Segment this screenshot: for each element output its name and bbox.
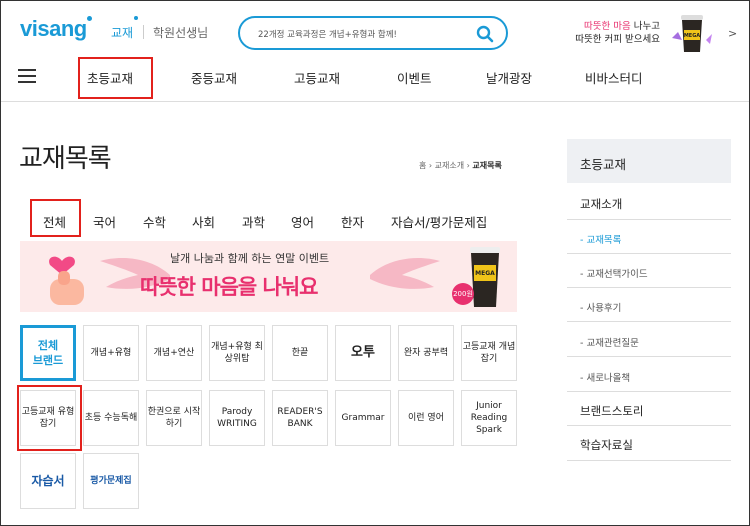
nav-item-middle[interactable]: 중등교재 <box>191 68 237 87</box>
brand-suneung[interactable]: 초등 수능독해 <box>83 390 139 446</box>
brand-all[interactable]: 전체 브랜드 <box>20 325 76 381</box>
search-box[interactable]: 22개정 교육과정은 개념+유형과 함께! <box>238 16 508 50</box>
brand-parody[interactable]: Parody WRITING <box>209 390 265 446</box>
brand-label: 초등 수능독해 <box>84 413 138 423</box>
nav-item-event[interactable]: 이벤트 <box>397 68 432 87</box>
svg-text:MEGA: MEGA <box>475 270 495 277</box>
breadcrumb: 홈 › 교재소개 › 교재목록 <box>419 161 502 170</box>
brand-label: 완자 공부력 <box>403 348 449 358</box>
banner-subtitle: 날개 나눔과 함께 하는 연말 이벤트 <box>170 252 330 265</box>
brand-label: 오투 <box>351 345 375 360</box>
brand-label: 고등교재 개념잡기 <box>462 342 516 364</box>
sidebar-item-brand-story[interactable]: 브랜드스토리 <box>580 403 643 419</box>
sidebar-title: 초등교재 <box>580 157 627 172</box>
promo-line1: 나누고 <box>630 21 660 32</box>
promo-line2: 따뜻한 커피 받으세요 <box>575 34 660 45</box>
price-badge: 200원 <box>452 283 474 305</box>
highlight-box-tab <box>30 199 81 237</box>
brand-ireon[interactable]: 이런 영어 <box>398 390 454 446</box>
breadcrumb-intro[interactable]: 교재소개 <box>435 161 464 170</box>
highlight-box-brand <box>17 385 82 451</box>
sidebar-item-resources[interactable]: 학습자료실 <box>580 437 633 453</box>
sidebar-item-faq[interactable]: - 교재관련질문 <box>580 335 639 349</box>
search-input[interactable]: 22개정 교육과정은 개념+유형과 함께! <box>258 28 397 40</box>
promo-next-arrow[interactable]: > <box>728 27 737 40</box>
brand-selfstudy[interactable]: 자습서 <box>20 453 76 509</box>
breadcrumb-current: 교재목록 <box>472 161 502 170</box>
promo-text[interactable]: 따뜻한 마음 나누고 따뜻한 커피 받으세요 <box>560 20 660 46</box>
brand-label: READER'S BANK <box>277 407 323 429</box>
brand-top[interactable]: 개념+유형 최상위탑 <box>209 325 265 381</box>
promo-highlight: 따뜻한 마음 <box>584 21 631 32</box>
brand-label: 평가문제집 <box>90 476 132 486</box>
divider <box>567 356 731 357</box>
tab-selfstudy[interactable]: 자습서/평가문제집 <box>391 212 487 231</box>
breadcrumb-home[interactable]: 홈 <box>419 161 426 170</box>
tab-hanja[interactable]: 한자 <box>341 212 364 231</box>
brand-evaluation[interactable]: 평가문제집 <box>83 453 139 509</box>
logo-dot <box>87 16 92 21</box>
brand-concept-grab[interactable]: 고등교재 개념잡기 <box>461 325 517 381</box>
brand-label: 개념+유형 <box>90 348 132 358</box>
search-icon[interactable] <box>476 25 494 43</box>
nav-item-plaza[interactable]: 날개광장 <box>486 68 532 87</box>
brand-label: Parody WRITING <box>217 407 257 429</box>
brand-hankkeut[interactable]: 한끝 <box>272 325 328 381</box>
coffee-cup-icon[interactable]: MEGA <box>670 12 714 54</box>
divider <box>567 219 731 220</box>
banner-title: 따뜻한 마음을 나눠요 <box>140 275 319 299</box>
divider <box>567 253 731 254</box>
brand-label: 개념+연산 <box>153 348 195 358</box>
tab-math[interactable]: 수학 <box>143 212 166 231</box>
divider <box>567 425 731 426</box>
brand-concept-calc[interactable]: 개념+연산 <box>146 325 202 381</box>
brand-label: 개념+유형 최상위탑 <box>211 342 263 364</box>
brand-wanja[interactable]: 완자 공부력 <box>398 325 454 381</box>
divider <box>567 460 731 461</box>
sidebar-item-reviews[interactable]: - 사용후기 <box>580 300 621 314</box>
sidebar-item-intro[interactable]: 교재소개 <box>580 196 622 212</box>
audience-alt-link[interactable]: 학원선생님 <box>153 24 208 41</box>
sidebar-header: 초등교재 <box>567 139 731 183</box>
brand-hangwon[interactable]: 한권으로 시작하기 <box>146 390 202 446</box>
audience-label[interactable]: 교재 <box>111 24 133 41</box>
brand-label: Grammar <box>341 413 385 423</box>
brand-readers-bank[interactable]: READER'S BANK <box>272 390 328 446</box>
brand-label: Junior Reading Spark <box>470 401 508 435</box>
wing-right-icon <box>370 257 440 289</box>
brand-label: 자습서 <box>31 474 65 488</box>
brand-label: 한권으로 시작하기 <box>147 407 201 429</box>
tab-english[interactable]: 영어 <box>291 212 314 231</box>
heart-hand-icon <box>49 256 84 305</box>
sidebar-item-guide[interactable]: - 교재선택가이드 <box>580 266 648 280</box>
brand-reading-spark[interactable]: Junior Reading Spark <box>461 390 517 446</box>
brand-grammar[interactable]: Grammar <box>335 390 391 446</box>
divider <box>567 287 731 288</box>
divider <box>567 391 731 392</box>
event-banner[interactable]: 날개 나눔과 함께 하는 연말 이벤트 따뜻한 마음을 나눠요 MEGA 200… <box>20 241 517 312</box>
brand-label: 이런 영어 <box>408 413 444 423</box>
brand-concept-type[interactable]: 개념+유형 <box>83 325 139 381</box>
divider <box>567 321 731 322</box>
hamburger-menu-icon[interactable] <box>18 69 38 83</box>
visang-logo[interactable]: visang <box>20 16 87 42</box>
tab-korean[interactable]: 국어 <box>93 212 116 231</box>
tab-science[interactable]: 과학 <box>242 212 265 231</box>
audience-dot <box>134 16 138 20</box>
page-title: 교재목록 <box>19 144 112 174</box>
sidebar-item-list[interactable]: - 교재목록 <box>580 232 621 246</box>
sidebar-item-new[interactable]: - 새로나올책 <box>580 370 630 384</box>
highlight-box-nav <box>78 57 153 99</box>
nav-item-vivastudy[interactable]: 비바스터디 <box>585 68 643 87</box>
brand-otu[interactable]: 오투 <box>335 325 391 381</box>
svg-text:MEGA: MEGA <box>684 33 700 39</box>
brand-all-label: 전체 브랜드 <box>32 339 64 367</box>
header-separator <box>143 25 144 39</box>
brand-label: 한끝 <box>291 348 309 358</box>
tab-social[interactable]: 사회 <box>192 212 215 231</box>
nav-item-high[interactable]: 고등교재 <box>294 68 340 87</box>
